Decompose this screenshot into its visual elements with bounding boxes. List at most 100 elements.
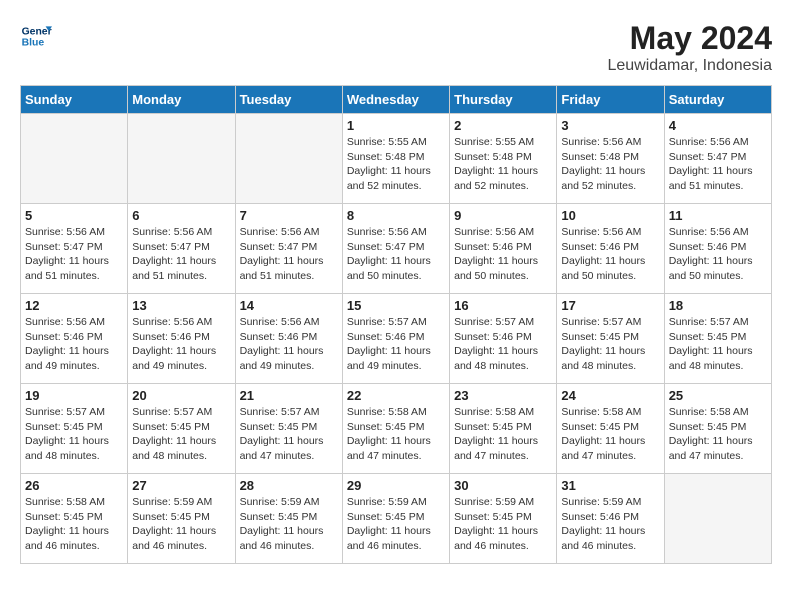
day-number: 27 <box>132 478 230 493</box>
table-row: 18Sunrise: 5:57 AMSunset: 5:45 PMDayligh… <box>664 294 771 384</box>
day-info: Sunrise: 5:55 AMSunset: 5:48 PMDaylight:… <box>347 135 445 194</box>
table-row: 1Sunrise: 5:55 AMSunset: 5:48 PMDaylight… <box>342 114 449 204</box>
day-number: 20 <box>132 388 230 403</box>
table-row: 31 Sunrise: 5:59 AMSunset: 5:46 PMDayligh… <box>557 474 664 564</box>
table-row: 24Sunrise: 5:58 AMSunset: 5:45 PMDayligh… <box>557 384 664 474</box>
day-info: Sunrise: 5:58 AMSunset: 5:45 PMDaylight:… <box>25 495 123 554</box>
calendar-row: 5 Sunrise: 5:56 AMSunset: 5:47 PMDaylight… <box>21 204 772 294</box>
day-number: 13 <box>132 298 230 313</box>
day-number: 29 <box>347 478 445 493</box>
table-row: 8 Sunrise: 5:56 AMSunset: 5:47 PMDaylight… <box>342 204 449 294</box>
day-info: Sunrise: 5:56 AMSunset: 5:46 PMDaylight:… <box>561 225 659 284</box>
location: Leuwidamar, Indonesia <box>607 57 772 75</box>
header-thursday: Thursday <box>450 86 557 114</box>
day-info: Sunrise: 5:58 AMSunset: 5:45 PMDaylight:… <box>454 405 552 464</box>
header-sunday: Sunday <box>21 86 128 114</box>
table-row: 10 Sunrise: 5:56 AMSunset: 5:46 PMDayligh… <box>557 204 664 294</box>
day-info: Sunrise: 5:59 AMSunset: 5:46 PMDaylight:… <box>561 495 659 554</box>
day-number: 15 <box>347 298 445 313</box>
day-info: Sunrise: 5:59 AMSunset: 5:45 PMDaylight:… <box>454 495 552 554</box>
logo-icon: General Blue <box>20 20 52 52</box>
table-row: 14Sunrise: 5:56 AMSunset: 5:46 PMDayligh… <box>235 294 342 384</box>
day-number: 10 <box>561 208 659 223</box>
table-row: 7Sunrise: 5:56 AMSunset: 5:47 PMDaylight… <box>235 204 342 294</box>
empty-cell <box>235 114 342 204</box>
header-saturday: Saturday <box>664 86 771 114</box>
day-number: 5 <box>25 208 123 223</box>
day-info: Sunrise: 5:57 AMSunset: 5:45 PMDaylight:… <box>132 405 230 464</box>
day-number: 4 <box>669 118 767 133</box>
day-number: 6 <box>132 208 230 223</box>
svg-text:Blue: Blue <box>22 38 45 49</box>
day-number: 16 <box>454 298 552 313</box>
day-number: 3 <box>561 118 659 133</box>
day-info: Sunrise: 5:56 AMSunset: 5:46 PMDaylight:… <box>25 315 123 374</box>
empty-cell <box>128 114 235 204</box>
day-info: Sunrise: 5:56 AMSunset: 5:46 PMDaylight:… <box>132 315 230 374</box>
header-wednesday: Wednesday <box>342 86 449 114</box>
logo: General Blue <box>20 20 52 52</box>
table-row: 17Sunrise: 5:57 AMSunset: 5:45 PMDayligh… <box>557 294 664 384</box>
page-header: General Blue May 2024 Leuwidamar, Indone… <box>20 20 772 75</box>
day-info: Sunrise: 5:56 AMSunset: 5:46 PMDaylight:… <box>669 225 767 284</box>
header-tuesday: Tuesday <box>235 86 342 114</box>
title-block: May 2024 Leuwidamar, Indonesia <box>607 20 772 75</box>
day-info: Sunrise: 5:57 AMSunset: 5:45 PMDaylight:… <box>669 315 767 374</box>
day-info: Sunrise: 5:55 AMSunset: 5:48 PMDaylight:… <box>454 135 552 194</box>
calendar-row: 12Sunrise: 5:56 AMSunset: 5:46 PMDayligh… <box>21 294 772 384</box>
day-info: Sunrise: 5:57 AMSunset: 5:45 PMDaylight:… <box>561 315 659 374</box>
day-info: Sunrise: 5:58 AMSunset: 5:45 PMDaylight:… <box>561 405 659 464</box>
table-row: 2 Sunrise: 5:55 AMSunset: 5:48 PMDaylight… <box>450 114 557 204</box>
day-info: Sunrise: 5:58 AMSunset: 5:45 PMDaylight:… <box>347 405 445 464</box>
table-row: 23Sunrise: 5:58 AMSunset: 5:45 PMDayligh… <box>450 384 557 474</box>
day-number: 25 <box>669 388 767 403</box>
day-info: Sunrise: 5:56 AMSunset: 5:47 PMDaylight:… <box>132 225 230 284</box>
day-number: 14 <box>240 298 338 313</box>
table-row: 12Sunrise: 5:56 AMSunset: 5:46 PMDayligh… <box>21 294 128 384</box>
table-row: 29 Sunrise: 5:59 AMSunset: 5:45 PMDayligh… <box>342 474 449 564</box>
day-number: 9 <box>454 208 552 223</box>
day-info: Sunrise: 5:59 AMSunset: 5:45 PMDaylight:… <box>240 495 338 554</box>
calendar-row: 19Sunrise: 5:57 AMSunset: 5:45 PMDayligh… <box>21 384 772 474</box>
month-year: May 2024 <box>607 20 772 57</box>
day-number: 31 <box>561 478 659 493</box>
calendar-row: 26 Sunrise: 5:58 AMSunset: 5:45 PMDayligh… <box>21 474 772 564</box>
day-info: Sunrise: 5:59 AMSunset: 5:45 PMDaylight:… <box>347 495 445 554</box>
weekday-header-row: Sunday Monday Tuesday Wednesday Thursday… <box>21 86 772 114</box>
day-number: 30 <box>454 478 552 493</box>
day-info: Sunrise: 5:57 AMSunset: 5:45 PMDaylight:… <box>25 405 123 464</box>
day-number: 7 <box>240 208 338 223</box>
table-row: 13 Sunrise: 5:56 AMSunset: 5:46 PMDayligh… <box>128 294 235 384</box>
table-row: 6 Sunrise: 5:56 AMSunset: 5:47 PMDaylight… <box>128 204 235 294</box>
day-info: Sunrise: 5:56 AMSunset: 5:47 PMDaylight:… <box>669 135 767 194</box>
table-row: 4 Sunrise: 5:56 AMSunset: 5:47 PMDaylight… <box>664 114 771 204</box>
day-number: 21 <box>240 388 338 403</box>
header-monday: Monday <box>128 86 235 114</box>
table-row: 5 Sunrise: 5:56 AMSunset: 5:47 PMDaylight… <box>21 204 128 294</box>
table-row: 19Sunrise: 5:57 AMSunset: 5:45 PMDayligh… <box>21 384 128 474</box>
day-info: Sunrise: 5:58 AMSunset: 5:45 PMDaylight:… <box>669 405 767 464</box>
table-row: 21Sunrise: 5:57 AMSunset: 5:45 PMDayligh… <box>235 384 342 474</box>
table-row: 15Sunrise: 5:57 AMSunset: 5:46 PMDayligh… <box>342 294 449 384</box>
table-row: 22 Sunrise: 5:58 AMSunset: 5:45 PMDayligh… <box>342 384 449 474</box>
day-number: 26 <box>25 478 123 493</box>
day-info: Sunrise: 5:56 AMSunset: 5:47 PMDaylight:… <box>25 225 123 284</box>
day-info: Sunrise: 5:56 AMSunset: 5:48 PMDaylight:… <box>561 135 659 194</box>
day-number: 2 <box>454 118 552 133</box>
table-row: 3 Sunrise: 5:56 AMSunset: 5:48 PMDaylight… <box>557 114 664 204</box>
table-row: 9 Sunrise: 5:56 AMSunset: 5:46 PMDaylight… <box>450 204 557 294</box>
table-row: 16 Sunrise: 5:57 AMSunset: 5:46 PMDayligh… <box>450 294 557 384</box>
empty-cell <box>664 474 771 564</box>
day-info: Sunrise: 5:56 AMSunset: 5:46 PMDaylight:… <box>454 225 552 284</box>
table-row: 28Sunrise: 5:59 AMSunset: 5:45 PMDayligh… <box>235 474 342 564</box>
day-info: Sunrise: 5:57 AMSunset: 5:46 PMDaylight:… <box>454 315 552 374</box>
table-row: 11Sunrise: 5:56 AMSunset: 5:46 PMDayligh… <box>664 204 771 294</box>
day-number: 22 <box>347 388 445 403</box>
day-info: Sunrise: 5:59 AMSunset: 5:45 PMDaylight:… <box>132 495 230 554</box>
table-row: 27 Sunrise: 5:59 AMSunset: 5:45 PMDayligh… <box>128 474 235 564</box>
day-number: 8 <box>347 208 445 223</box>
header-friday: Friday <box>557 86 664 114</box>
calendar-table: Sunday Monday Tuesday Wednesday Thursday… <box>20 85 772 564</box>
day-info: Sunrise: 5:56 AMSunset: 5:47 PMDaylight:… <box>347 225 445 284</box>
calendar-row: 1Sunrise: 5:55 AMSunset: 5:48 PMDaylight… <box>21 114 772 204</box>
